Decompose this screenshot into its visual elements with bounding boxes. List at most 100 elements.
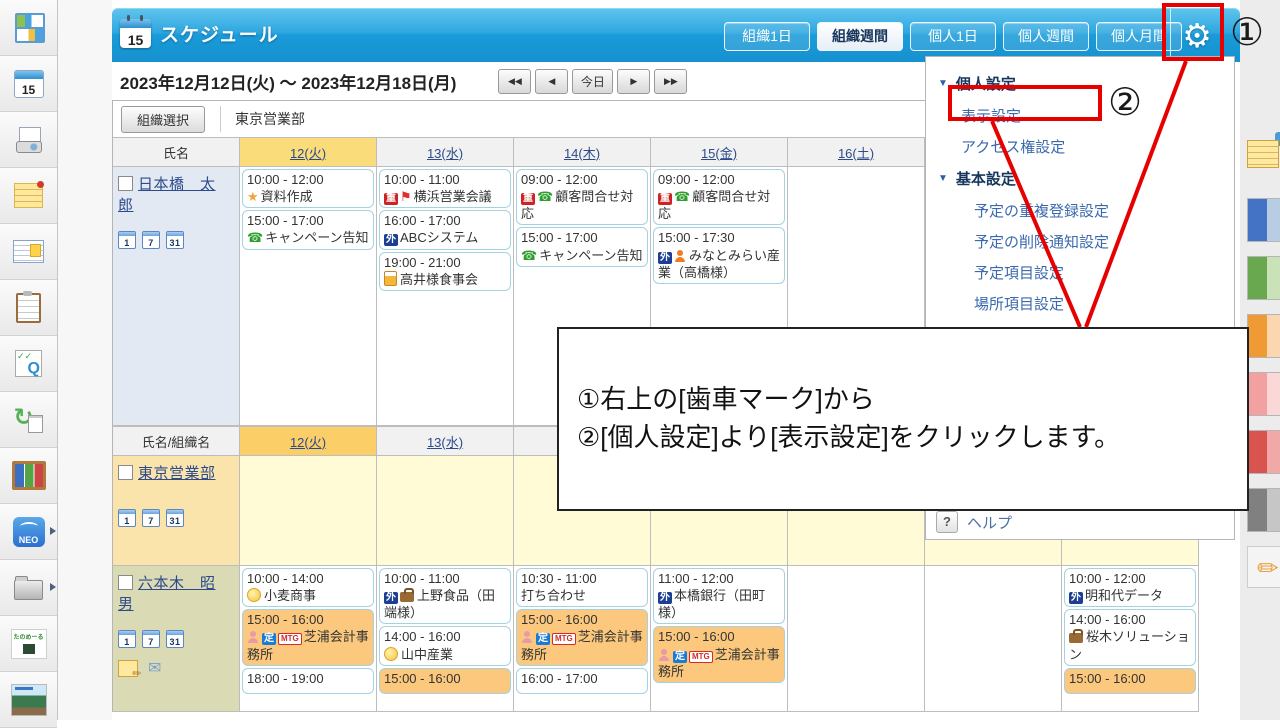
event-card[interactable]: 10:00 - 11:00重⚑横浜営業会議 (379, 169, 511, 208)
event-card[interactable]: 16:00 - 17:00 (516, 668, 648, 694)
day-link[interactable]: 12(火) (290, 432, 326, 451)
sidebar-item-memo[interactable] (0, 168, 57, 224)
palette-item-pencil[interactable]: ✏ (1247, 546, 1280, 591)
sidebar-item-bulletin[interactable] (0, 224, 57, 280)
day-link[interactable]: 13(水) (427, 143, 463, 162)
sidebar-item-document[interactable] (0, 280, 57, 336)
palette-item-orange[interactable] (1247, 314, 1280, 359)
view-button[interactable]: 個人週間 (1003, 22, 1089, 51)
event-card[interactable]: 09:00 - 12:00重☎顧客問合せ対応 (516, 169, 648, 225)
nav-button-next-week[interactable]: ▶ (617, 69, 650, 94)
mini-calendar-icon-31[interactable]: 31 (166, 509, 184, 527)
grid-section: 六本木 昭男1731✉10:00 - 14:00小麦商事15:00 - 16:0… (112, 566, 1200, 712)
view-button[interactable]: 組織週間 (817, 22, 903, 51)
expand-arrow-icon[interactable] (50, 583, 56, 591)
palette-item-red[interactable] (1247, 430, 1280, 475)
member-checkbox[interactable] (118, 465, 133, 480)
view-button[interactable]: 個人1日 (910, 22, 996, 51)
day-cell[interactable]: 10:00 - 11:00重⚑横浜営業会議16:00 - 17:00外ABCシス… (377, 167, 514, 426)
event-card[interactable]: 15:00 - 16:00定MTG芝浦会計事務所 (516, 609, 648, 665)
member-checkbox[interactable] (118, 176, 133, 191)
day-link[interactable]: 16(土) (838, 143, 874, 162)
view-button[interactable]: 組織1日 (724, 22, 810, 51)
mini-calendar-icon-7[interactable]: 7 (142, 630, 160, 648)
menu-group-基本設定[interactable]: ▼基本設定 (926, 162, 1234, 195)
event-card[interactable]: 18:00 - 19:00 (242, 668, 374, 694)
day-cell[interactable] (240, 456, 377, 566)
event-card[interactable]: 15:00 - 17:00☎キャンペーン告知 (516, 227, 648, 266)
palette-item-green[interactable] (1247, 256, 1280, 301)
event-card[interactable]: 10:00 - 12:00★資料作成 (242, 169, 374, 208)
menu-item-アクセス権設定[interactable]: アクセス権設定 (926, 131, 1234, 162)
nav-button-prev-week[interactable]: ◀ (535, 69, 568, 94)
menu-item-予定の削除通知設定[interactable]: 予定の削除通知設定 (926, 226, 1234, 257)
palette-item-note[interactable] (1247, 140, 1280, 185)
mini-calendar-icon-1[interactable]: 1 (118, 509, 136, 527)
sidebar-item-schedule[interactable]: 15 (0, 56, 57, 112)
day-link[interactable]: 14(木) (564, 143, 600, 162)
member-checkbox[interactable] (118, 575, 133, 590)
org-name-label: 東京営業部 (220, 106, 305, 132)
member-name-link[interactable]: 東京営業部 (138, 465, 216, 482)
mini-calendar-icon-1[interactable]: 1 (118, 231, 136, 249)
sidebar-item-facility[interactable] (0, 112, 57, 168)
org-select-button[interactable]: 組織選択 (121, 106, 205, 133)
event-card[interactable]: 15:00 - 16:00定MTG芝浦会計事務所 (653, 626, 785, 682)
sidebar-item-workflow[interactable] (0, 392, 57, 448)
event-card[interactable]: 11:00 - 12:00外本橋銀行（田町様） (653, 568, 785, 624)
palette-item-gray[interactable] (1247, 488, 1280, 533)
day-cell[interactable] (925, 566, 1062, 712)
event-card[interactable]: 16:00 - 17:00外ABCシステム (379, 210, 511, 249)
sidebar-item-portal[interactable] (0, 0, 57, 56)
sidebar-item-neo[interactable]: NEO (0, 504, 57, 560)
sidebar-item-ad-tanomeru[interactable]: たのめーる (0, 616, 57, 672)
event-card[interactable]: 10:00 - 12:00外明和代データ (1064, 568, 1196, 607)
expand-arrow-icon[interactable] (50, 527, 56, 535)
nav-button-first-week[interactable]: ◀◀ (498, 69, 531, 94)
event-card[interactable]: 15:00 - 16:00 (1064, 668, 1196, 694)
event-card[interactable]: 10:30 - 11:00打ち合わせ (516, 568, 648, 607)
palette-item-blue[interactable] (1247, 198, 1280, 243)
sidebar-item-todo[interactable] (0, 336, 57, 392)
mini-calendar-icon-1[interactable]: 1 (118, 630, 136, 648)
event-card[interactable]: 14:00 - 16:00桜木ソリューション (1064, 609, 1196, 665)
event-body: 小麦商事 (247, 587, 369, 604)
mini-calendar-icon-7[interactable]: 7 (142, 509, 160, 527)
day-cell[interactable]: 10:00 - 11:00外上野食品（田端様）14:00 - 16:00山中産業… (377, 566, 514, 712)
nav-button-last-week[interactable]: ▶▶ (654, 69, 687, 94)
mini-calendar-icon-7[interactable]: 7 (142, 231, 160, 249)
sidebar-item-cabinet[interactable] (0, 448, 57, 504)
memo-edit-icon[interactable] (118, 660, 138, 677)
event-card[interactable]: 10:00 - 14:00小麦商事 (242, 568, 374, 607)
event-card[interactable]: 15:00 - 17:30外みなとみらい産業（高橋様） (653, 227, 785, 283)
day-cell[interactable]: 10:00 - 12:00★資料作成15:00 - 17:00☎キャンペーン告知 (240, 167, 377, 426)
settings-gear-button[interactable]: ⚙ (1170, 9, 1223, 61)
menu-item-予定項目設定[interactable]: 予定項目設定 (926, 257, 1234, 288)
event-card[interactable]: 10:00 - 11:00外上野食品（田端様） (379, 568, 511, 624)
event-card[interactable]: 15:00 - 17:00☎キャンペーン告知 (242, 210, 374, 249)
day-link[interactable]: 15(金) (701, 143, 737, 162)
day-cell[interactable] (788, 566, 925, 712)
day-cell[interactable]: 10:00 - 14:00小麦商事15:00 - 16:00定MTG芝浦会計事務… (240, 566, 377, 712)
day-link[interactable]: 13(水) (427, 432, 463, 451)
menu-group-個人設定[interactable]: ▼個人設定 (926, 67, 1234, 100)
mini-calendar-icon-31[interactable]: 31 (166, 231, 184, 249)
day-cell[interactable]: 11:00 - 12:00外本橋銀行（田町様）15:00 - 16:00定MTG… (651, 566, 788, 712)
palette-item-pink[interactable] (1247, 372, 1280, 417)
event-card[interactable]: 09:00 - 12:00重☎顧客問合せ対応 (653, 169, 785, 225)
mail-icon[interactable]: ✉ (148, 660, 162, 677)
event-card[interactable]: 15:00 - 16:00定MTG芝浦会計事務所 (242, 609, 374, 665)
sidebar-item-folder[interactable] (0, 560, 57, 616)
event-card[interactable]: 19:00 - 21:00高井様食事会 (379, 252, 511, 291)
event-card[interactable]: 15:00 - 16:00 (379, 668, 511, 694)
day-cell[interactable]: 10:00 - 12:00外明和代データ14:00 - 16:00桜木ソリューシ… (1062, 566, 1199, 712)
day-cell[interactable]: 10:30 - 11:00打ち合わせ15:00 - 16:00定MTG芝浦会計事… (514, 566, 651, 712)
menu-item-表示設定[interactable]: 表示設定 (926, 100, 1234, 131)
menu-item-場所項目設定[interactable]: 場所項目設定 (926, 288, 1234, 319)
event-card[interactable]: 14:00 - 16:00山中産業 (379, 626, 511, 665)
mini-calendar-icon-31[interactable]: 31 (166, 630, 184, 648)
day-cell[interactable] (377, 456, 514, 566)
menu-item-予定の重複登録設定[interactable]: 予定の重複登録設定 (926, 195, 1234, 226)
day-link[interactable]: 12(火) (290, 143, 326, 162)
nav-button-today[interactable]: 今日 (572, 69, 613, 94)
